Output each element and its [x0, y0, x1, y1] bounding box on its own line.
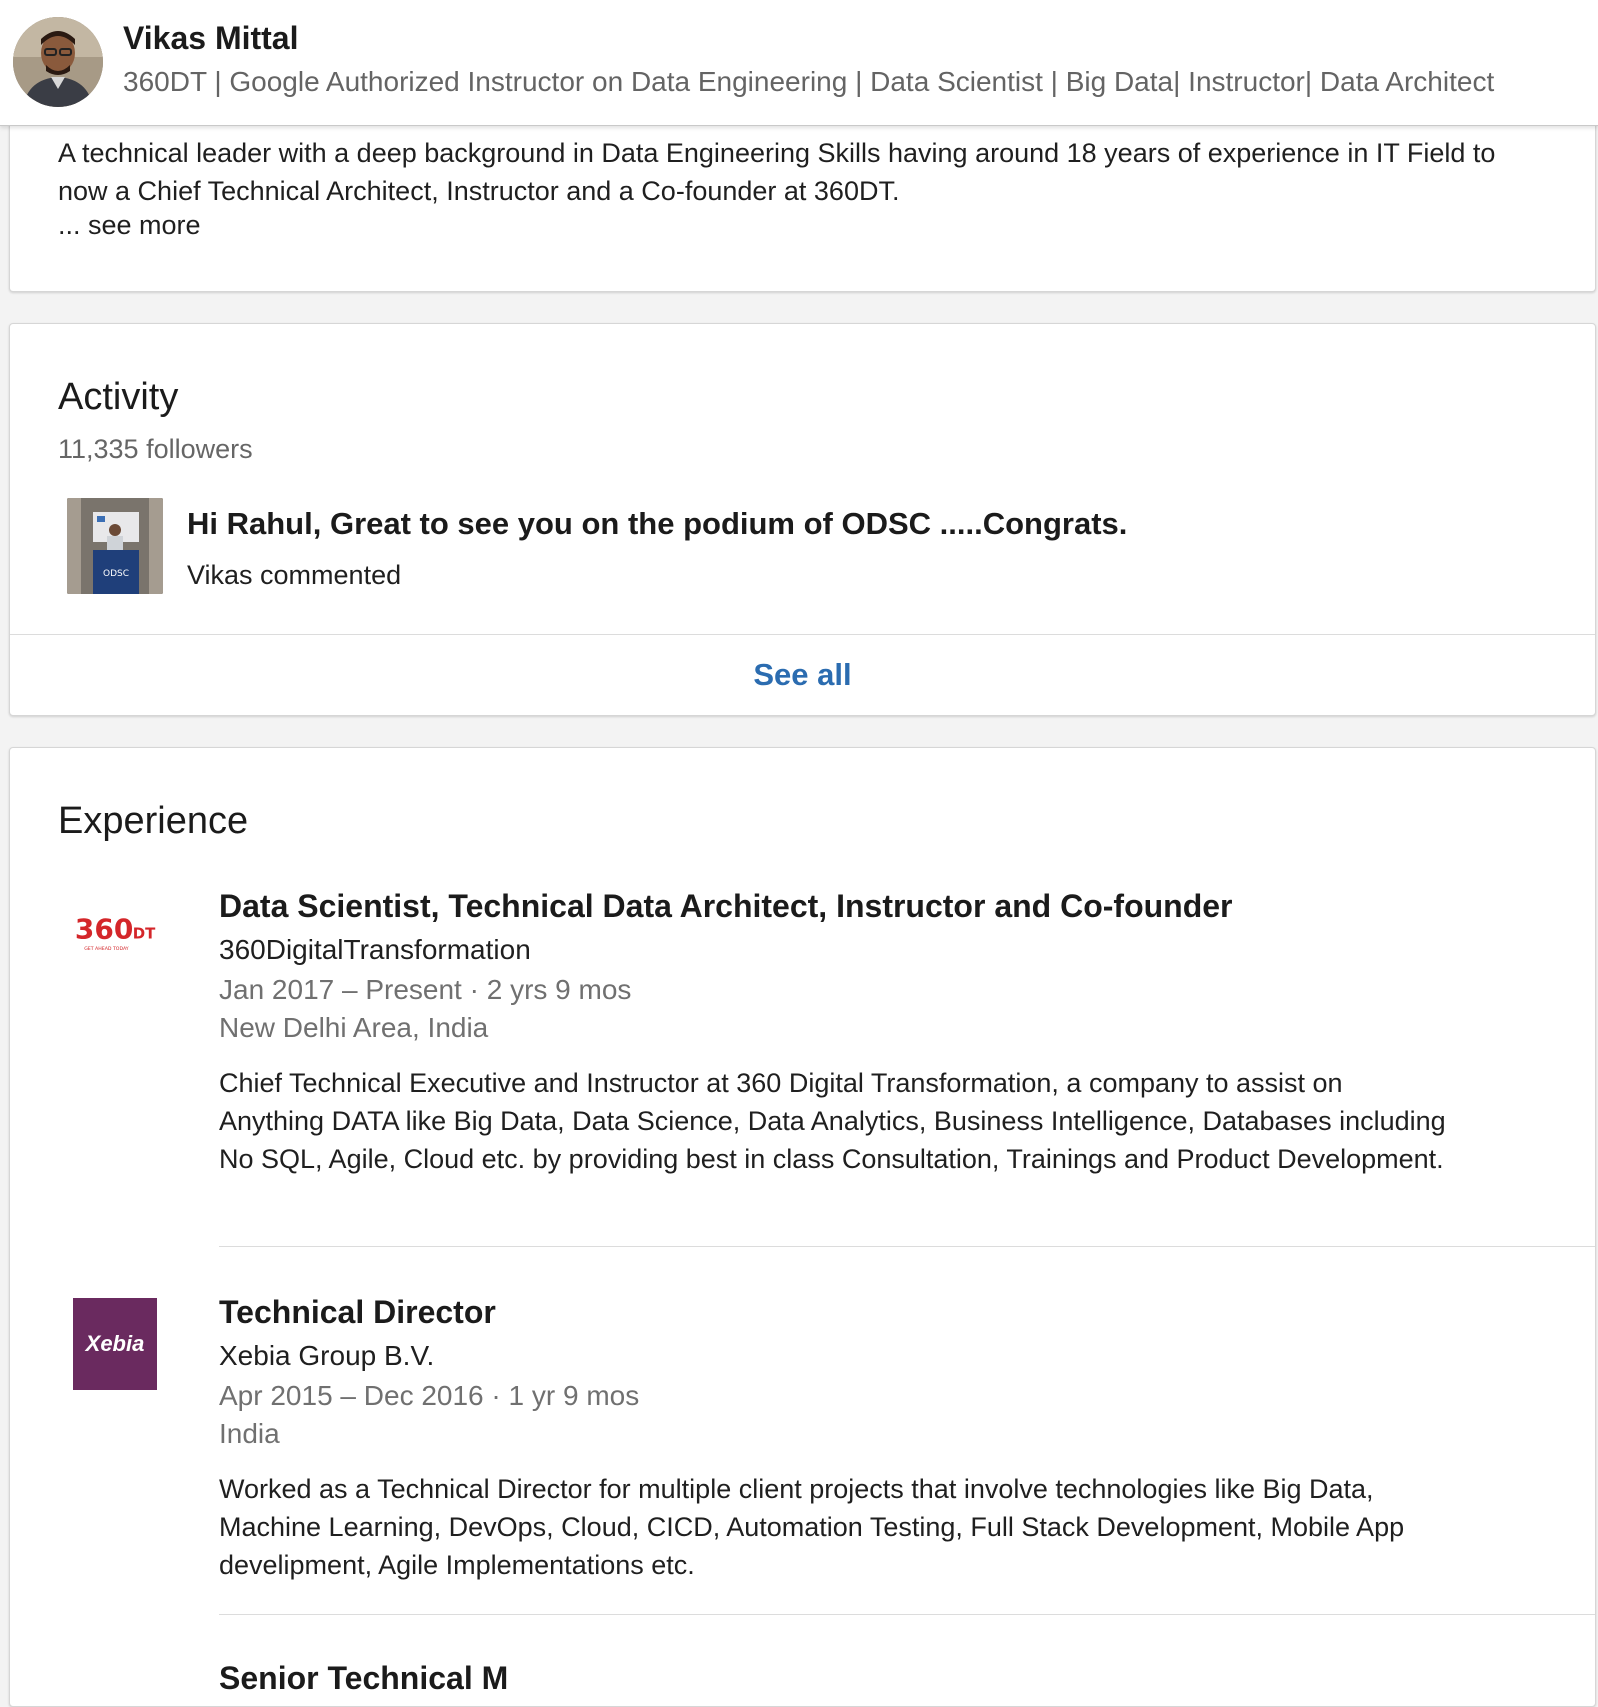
- see-all-activity-button[interactable]: See all: [10, 635, 1595, 715]
- experience-description: Worked as a Technical Director for multi…: [219, 1474, 1405, 1580]
- experience-company: Xebia Group B.V.: [219, 1340, 435, 1371]
- experience-item-divider: [219, 1614, 1595, 1615]
- activity-card: Activity 11,335 followers ODSC Hi Rahul,…: [9, 323, 1596, 716]
- podium-photo-icon: ODSC: [67, 498, 163, 594]
- experience-dates: Jan 2017 – Present · 2 yrs 9 mos: [219, 974, 632, 1005]
- xebia-logo-icon: Xebia: [73, 1298, 157, 1390]
- svg-text:360: 360: [75, 913, 133, 946]
- profile-headline: 360DT | Google Authorized Instructor on …: [123, 66, 1495, 97]
- experience-dates: Apr 2015 – Dec 2016 · 1 yr 9 mos: [219, 1380, 640, 1411]
- activity-post-thumbnail[interactable]: ODSC: [67, 498, 163, 594]
- company-logo-360dt[interactable]: 360 DT GET AHEAD TODAY: [73, 888, 157, 980]
- profile-name: Vikas Mittal: [123, 20, 299, 56]
- experience-title[interactable]: Senior Technical M: [219, 1660, 508, 1697]
- experience-title[interactable]: Data Scientist, Technical Data Architect…: [219, 888, 1233, 925]
- profile-sticky-header: Vikas Mittal 360DT | Google Authorized I…: [0, 0, 1598, 126]
- about-summary-text: A technical leader with a deep backgroun…: [58, 138, 1496, 206]
- activity-post-headline[interactable]: Hi Rahul, Great to see you on the podium…: [187, 506, 1127, 542]
- activity-section-title: Activity: [58, 376, 179, 418]
- 360dt-logo-icon: 360 DT GET AHEAD TODAY: [75, 913, 156, 952]
- company-logo-xebia[interactable]: Xebia: [73, 1298, 157, 1390]
- svg-text:ODSC: ODSC: [103, 569, 129, 579]
- experience-title[interactable]: Technical Director: [219, 1294, 496, 1331]
- experience-description: Chief Technical Executive and Instructor…: [219, 1068, 1446, 1174]
- experience-location: New Delhi Area, India: [219, 1012, 489, 1043]
- experience-section-title: Experience: [58, 800, 249, 842]
- svg-text:DT: DT: [133, 925, 156, 943]
- see-more-link[interactable]: ... see more: [58, 210, 201, 241]
- followers-count: 11,335 followers: [58, 434, 253, 464]
- experience-location: India: [219, 1418, 280, 1449]
- activity-post-meta: Vikas commented: [187, 560, 402, 590]
- experience-card: Experience 360 DT GET AHEAD TODAY Data S…: [9, 747, 1596, 1707]
- svg-text:GET AHEAD TODAY: GET AHEAD TODAY: [84, 946, 129, 952]
- about-card: A technical leader with a deep backgroun…: [9, 100, 1596, 292]
- profile-avatar[interactable]: [13, 17, 103, 107]
- experience-item-divider: [219, 1246, 1595, 1247]
- avatar-photo-icon: [13, 17, 103, 107]
- experience-company: 360DigitalTransformation: [219, 934, 531, 965]
